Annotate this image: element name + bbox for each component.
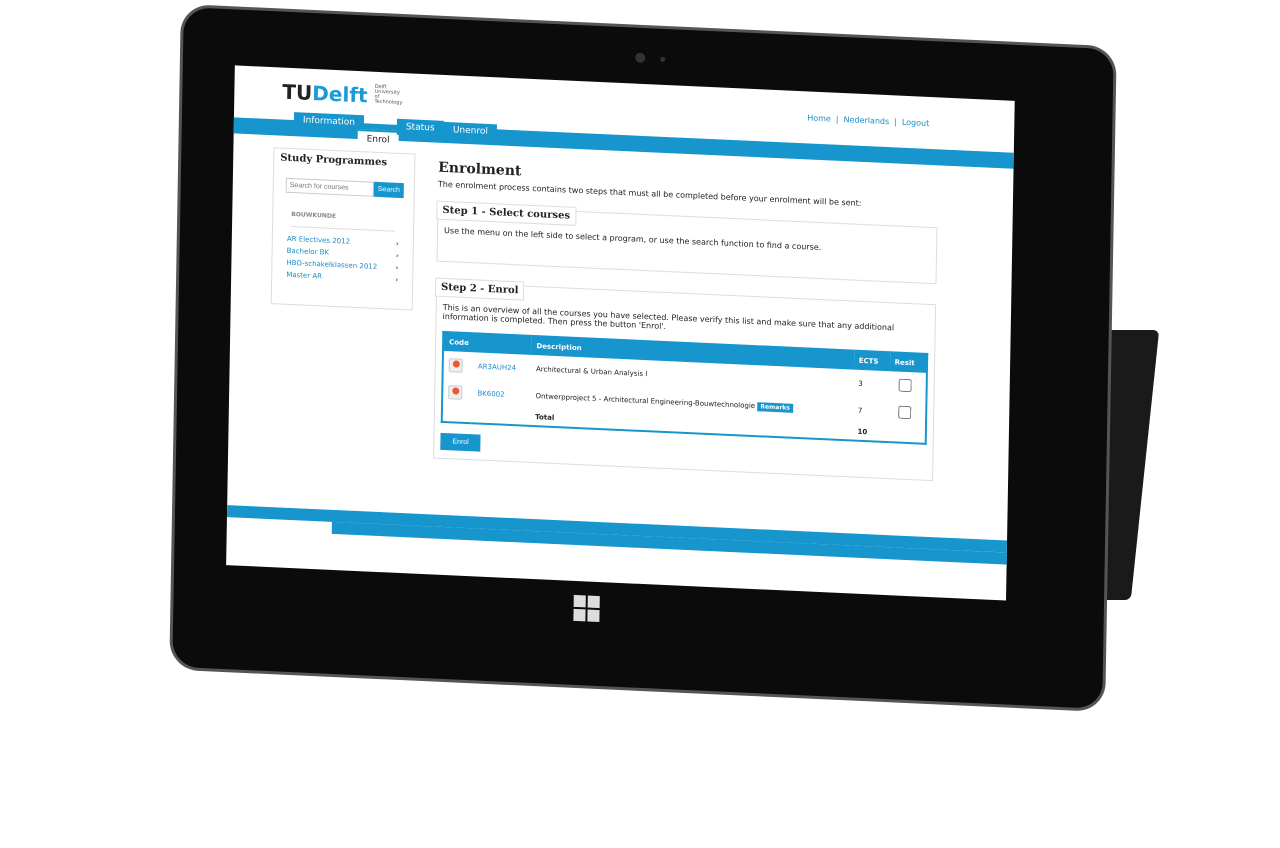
section-label: BOUWKUNDE bbox=[291, 211, 396, 232]
programme-label: Bachelor BK bbox=[286, 246, 330, 257]
course-ects: 3 bbox=[858, 379, 863, 388]
step1-title: Step 1 - Select courses bbox=[436, 200, 577, 226]
chevron-right-icon: › bbox=[395, 239, 399, 248]
step1-box: Step 1 - Select courses Use the menu on … bbox=[436, 200, 938, 285]
programme-item[interactable]: HBO-schakelklassen 2012 › bbox=[286, 259, 398, 272]
programme-label: Master AR bbox=[286, 270, 323, 281]
logo-subtitle: Delft University of Technology bbox=[374, 83, 403, 107]
nederlands-link[interactable]: Nederlands bbox=[843, 115, 889, 126]
minus-circle-icon bbox=[452, 359, 460, 368]
resit-checkbox[interactable] bbox=[898, 378, 912, 393]
logout-link[interactable]: Logout bbox=[902, 118, 930, 128]
col-ects: ECTS bbox=[853, 350, 890, 372]
screen: TUDelft Delft University of Technology H… bbox=[226, 65, 1015, 601]
tu-delft-logo[interactable]: TUDelft Delft University of Technology bbox=[282, 80, 405, 110]
enrol-button[interactable]: Enrol bbox=[440, 432, 481, 452]
tablet-device: TUDelft Delft University of Technology H… bbox=[172, 7, 1114, 709]
remove-course-button[interactable] bbox=[448, 357, 463, 373]
sensor-icon bbox=[660, 56, 666, 62]
step2-box: Step 2 - Enrol This is an overview of al… bbox=[433, 277, 937, 482]
chevron-right-icon: › bbox=[395, 251, 399, 260]
programme-item[interactable]: Master AR › bbox=[286, 271, 398, 284]
windows-logo-icon[interactable] bbox=[573, 594, 600, 623]
study-programmes-panel: Study Programmes Search BOUWKUNDE AR Ele… bbox=[270, 147, 416, 311]
panel-title: Study Programmes bbox=[280, 152, 388, 169]
tab-unenrol[interactable]: Unenrol bbox=[443, 121, 498, 141]
tab-information[interactable]: Information bbox=[293, 112, 365, 132]
minus-circle-icon bbox=[451, 386, 459, 395]
course-search: Search bbox=[285, 177, 405, 199]
search-input[interactable] bbox=[285, 177, 374, 197]
course-code-link[interactable]: AR3AUH24 bbox=[473, 352, 532, 382]
home-link[interactable]: Home bbox=[807, 113, 831, 123]
chevron-right-icon: › bbox=[395, 263, 399, 272]
camera-icon bbox=[635, 52, 646, 64]
search-button[interactable]: Search bbox=[373, 181, 405, 199]
chevron-right-icon: › bbox=[395, 275, 399, 284]
courses-table: Code Description ECTS Resit AR3AUH24 Archit… bbox=[440, 330, 929, 445]
remove-course-button[interactable] bbox=[448, 384, 463, 400]
logo-tu: TU bbox=[282, 79, 313, 105]
resit-checkbox[interactable] bbox=[897, 405, 911, 420]
top-links: Home | Nederlands | Logout bbox=[807, 113, 930, 128]
enrolment-main: Enrolment The enrolment process contains… bbox=[433, 160, 938, 482]
step2-title: Step 2 - Enrol bbox=[434, 277, 525, 301]
tab-enrol[interactable]: Enrol bbox=[357, 129, 399, 149]
programme-item[interactable]: Bachelor BK › bbox=[287, 247, 399, 260]
course-code-link[interactable]: BK6002 bbox=[472, 379, 531, 409]
programme-label: AR Electives 2012 bbox=[286, 234, 351, 246]
programme-label: HBO-schakelklassen 2012 bbox=[286, 258, 378, 271]
programme-item[interactable]: AR Electives 2012 › bbox=[287, 235, 399, 248]
course-description: Ontwerpproject 5 - Architectural Enginee… bbox=[535, 391, 756, 410]
logo-delft: Delft bbox=[312, 80, 368, 108]
remarks-button[interactable]: Remarks bbox=[757, 401, 793, 413]
tab-status[interactable]: Status bbox=[396, 118, 444, 137]
total-ects: 10 bbox=[857, 427, 868, 437]
course-ects: 7 bbox=[857, 406, 863, 415]
col-resit: Resit bbox=[889, 352, 928, 373]
step1-text: Use the menu on the left side to select … bbox=[444, 225, 822, 253]
